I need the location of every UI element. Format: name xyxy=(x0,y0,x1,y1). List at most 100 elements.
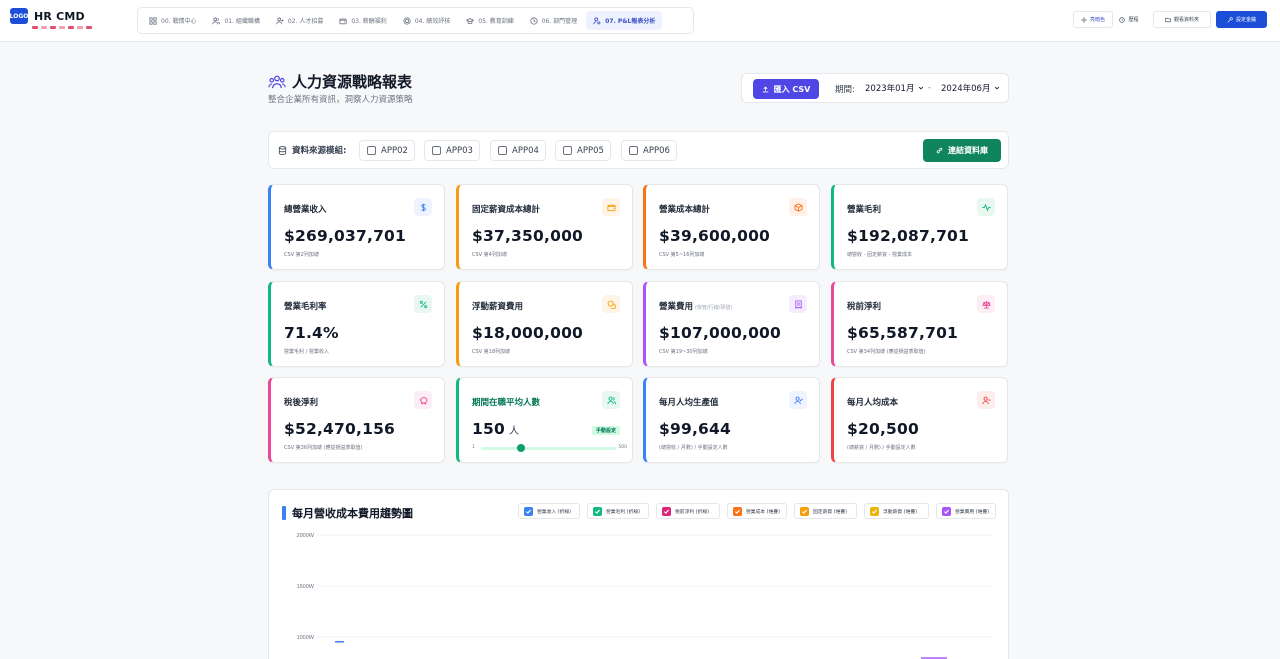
set-key-button[interactable]: 設定金鑰 xyxy=(1216,11,1267,28)
theme-toggle-button[interactable]: 亮暗色 xyxy=(1073,11,1113,28)
users-icon xyxy=(212,17,221,24)
period-separator: - xyxy=(928,83,931,92)
kpi-value-text: $99,644 xyxy=(659,420,731,438)
kpi-note: 總營收 - 固定薪資 - 營業成本 xyxy=(847,252,912,258)
kpi-title: 營業成本總計 xyxy=(659,203,710,215)
kpi-title: 稅後淨利 xyxy=(284,396,318,408)
kpi-value-text: 150 xyxy=(472,420,505,438)
checkbox-box[interactable] xyxy=(563,146,572,155)
nav-tab-1[interactable]: 01. 組織職構 xyxy=(205,11,266,30)
period-end-select[interactable]: 2024年06月 xyxy=(941,82,1000,94)
legend-checkbox[interactable] xyxy=(524,506,533,516)
manual-setting-badge: 手動設定 xyxy=(591,426,620,435)
top-bar: LOGO HR CMD 00. 戰情中心 01. 組織職構 02. 人才招募 03. … xyxy=(0,0,1280,42)
connect-database-button[interactable]: 連結資料庫 xyxy=(923,139,1001,162)
legend-checkbox[interactable] xyxy=(800,506,809,516)
legend-toggle[interactable]: 營業成本 (堆疊) xyxy=(727,503,787,519)
kpi-icon-box xyxy=(414,198,432,216)
kpi-title: 每月人均生產值 xyxy=(659,396,719,408)
y-tick-label: 2000W xyxy=(297,533,315,539)
kpi-value-text: $37,350,000 xyxy=(472,227,584,245)
period-label: 期間: xyxy=(835,85,855,95)
kpi-title-text: 營業費用 xyxy=(659,302,694,312)
legend-toggle[interactable]: 浮動薪資 (堆疊) xyxy=(864,503,929,519)
y-tick-label: 1000W xyxy=(297,635,315,641)
clock-icon xyxy=(530,16,538,25)
kpi-title-text: 固定薪資成本總計 xyxy=(472,205,541,215)
kpi-note: CSV 第5~16列加總 xyxy=(659,252,705,258)
source-module-checkbox[interactable]: APP06 xyxy=(621,140,677,161)
page-subtitle: 整合企業所有資訊，洞察人力資源策略 xyxy=(268,95,413,105)
kpi-title-text: 營業成本總計 xyxy=(659,205,711,215)
kpi-card: 每月人均生產值 $99,644 (總營收 / 月數) / 手動設定人數 xyxy=(643,377,820,463)
source-module-checkbox[interactable]: APP05 xyxy=(555,140,611,161)
nav-tab-2[interactable]: 02. 人才招募 xyxy=(269,11,330,30)
kpi-value-text: $269,037,701 xyxy=(284,227,407,245)
legend-checkbox[interactable] xyxy=(593,506,602,516)
legend-checkbox[interactable] xyxy=(942,506,951,516)
kpi-value-text: $65,587,701 xyxy=(847,324,959,342)
legend-label: 營業毛利 (折線) xyxy=(606,509,641,515)
import-csv-button[interactable]: 匯入 CSV xyxy=(753,79,819,99)
period-start-value: 2023年01月 xyxy=(865,84,915,94)
source-module-checkbox[interactable]: APP03 xyxy=(424,140,480,161)
checkbox-box[interactable] xyxy=(498,146,507,155)
data-source-bar: 資料來源模組: 連結資料庫 APP02 APP03 APP04 APP05 APP06 xyxy=(268,131,1009,169)
nav-tab-label: 01. 組織職構 xyxy=(224,18,260,25)
kpi-title-note: (依管/行銷/研發) xyxy=(695,305,733,311)
nav-tab-7[interactable]: 07. P&L報表分析 xyxy=(586,11,663,30)
nav-tab-4[interactable]: 04. 績效評核 xyxy=(396,11,457,30)
nav-tab-3[interactable]: 03. 薪酬福利 xyxy=(332,11,393,30)
legend-toggle[interactable]: 營業費用 (堆疊) xyxy=(936,503,996,519)
kpi-title-text: 總營業收入 xyxy=(284,205,327,215)
app-logo[interactable]: LOGO HR CMD xyxy=(10,8,85,24)
checkbox-box[interactable] xyxy=(629,146,638,155)
source-module-checkbox[interactable]: APP04 xyxy=(490,140,546,161)
kpi-note: CSV 第18列加總 xyxy=(472,349,511,355)
kpi-icon-box xyxy=(789,391,807,409)
scale-icon xyxy=(981,300,991,309)
headcount-slider[interactable] xyxy=(481,444,616,452)
nav-tab-5[interactable]: 05. 教育訓練 xyxy=(459,11,520,30)
history-label: 歷程 xyxy=(1128,17,1139,23)
kpi-note: CSV 第19~30列加總 xyxy=(659,349,708,355)
checkbox-box[interactable] xyxy=(367,146,376,155)
slider-handle[interactable] xyxy=(517,444,526,452)
kpi-icon-box xyxy=(977,391,995,409)
upload-icon xyxy=(762,85,768,92)
kpi-title-text: 浮動薪資費用 xyxy=(472,302,524,312)
checkbox-box[interactable] xyxy=(432,146,441,155)
legend-checkbox[interactable] xyxy=(870,506,879,516)
nav-tab-label: 02. 人才招募 xyxy=(287,18,324,25)
sun-icon xyxy=(1080,16,1087,23)
history-button[interactable]: 歷程 xyxy=(1113,11,1145,28)
piggy-bank-icon xyxy=(419,396,427,404)
legend-toggle[interactable]: 營業毛利 (折線) xyxy=(587,503,649,519)
nav-tab-0[interactable]: 00. 戰情中心 xyxy=(142,11,203,30)
theme-toggle-label: 亮暗色 xyxy=(1089,17,1105,23)
legend-checkbox[interactable] xyxy=(662,506,671,516)
kpi-value: $269,037,701 xyxy=(284,227,406,245)
source-module-label: APP06 xyxy=(643,145,670,156)
period-start-select[interactable]: 2023年01月 xyxy=(865,82,924,94)
legend-checkbox[interactable] xyxy=(733,506,742,516)
kpi-value: $39,600,000 xyxy=(659,227,770,245)
kpi-card: 營業成本總計 $39,600,000 CSV 第5~16列加總 xyxy=(643,184,820,270)
kpi-value-text: $52,470,156 xyxy=(284,420,396,438)
kpi-card: 稅後淨利 $52,470,156 CSV 第36列加總 (應從損益表取值) xyxy=(268,377,445,463)
logo-dot xyxy=(41,26,47,29)
source-module-checkbox[interactable]: APP02 xyxy=(359,140,415,161)
kpi-title: 固定薪資成本總計 xyxy=(472,203,540,215)
database-icon xyxy=(278,145,287,155)
legend-toggle[interactable]: 稅前淨利 (折線) xyxy=(656,503,720,519)
wallet-icon xyxy=(606,204,616,211)
legend-toggle[interactable]: 固定薪資 (堆疊) xyxy=(794,503,857,519)
import-csv-label: 匯入 CSV xyxy=(773,84,811,94)
check-icon xyxy=(802,509,808,514)
report-folder-button[interactable]: 觀看資料夾 xyxy=(1153,11,1211,28)
source-module-label: APP02 xyxy=(381,145,408,156)
kpi-card: 固定薪資成本總計 $37,350,000 CSV 第4列加總 xyxy=(456,184,633,270)
link-icon xyxy=(936,147,943,154)
legend-toggle[interactable]: 營業收入 (折線) xyxy=(518,503,580,519)
nav-tab-6[interactable]: 06. 部門管理 xyxy=(523,11,584,30)
